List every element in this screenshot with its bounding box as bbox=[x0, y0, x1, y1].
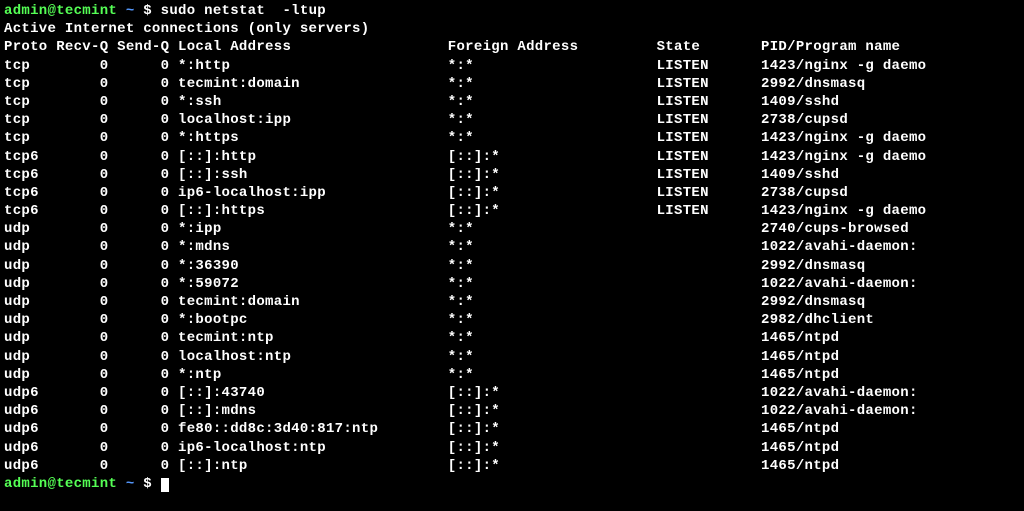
table-row: tcp 0 0 *:http *:* LISTEN 1423/nginx -g … bbox=[4, 57, 1020, 75]
prompt-line-1: admin@tecmint ~ $ sudo netstat -ltup bbox=[4, 2, 1020, 20]
table-row: tcp 0 0 tecmint:domain *:* LISTEN 2992/d… bbox=[4, 75, 1020, 93]
command-text: sudo netstat -ltup bbox=[161, 3, 326, 19]
prompt-sep: ~ bbox=[117, 3, 143, 19]
prompt-sep-2: ~ bbox=[117, 476, 143, 492]
table-row: tcp6 0 0 [::]:http [::]:* LISTEN 1423/ng… bbox=[4, 148, 1020, 166]
table-row: tcp6 0 0 ip6-localhost:ipp [::]:* LISTEN… bbox=[4, 184, 1020, 202]
columns-header: Proto Recv-Q Send-Q Local Address Foreig… bbox=[4, 38, 1020, 56]
prompt-dollar-2: $ bbox=[143, 476, 160, 492]
table-row: udp 0 0 *:ipp *:* 2740/cups-browsed bbox=[4, 220, 1020, 238]
table-row: tcp6 0 0 [::]:ssh [::]:* LISTEN 1409/ssh… bbox=[4, 166, 1020, 184]
user-host-2: admin@tecmint bbox=[4, 476, 117, 492]
cursor-icon bbox=[161, 478, 169, 492]
table-row: tcp 0 0 localhost:ipp *:* LISTEN 2738/cu… bbox=[4, 111, 1020, 129]
table-row: tcp6 0 0 [::]:https [::]:* LISTEN 1423/n… bbox=[4, 202, 1020, 220]
prompt-line-2[interactable]: admin@tecmint ~ $ bbox=[4, 475, 1020, 493]
table-row: udp 0 0 *:36390 *:* 2992/dnsmasq bbox=[4, 257, 1020, 275]
table-row: tcp 0 0 *:https *:* LISTEN 1423/nginx -g… bbox=[4, 129, 1020, 147]
table-row: udp 0 0 *:59072 *:* 1022/avahi-daemon: bbox=[4, 275, 1020, 293]
table-row: udp 0 0 *:ntp *:* 1465/ntpd bbox=[4, 366, 1020, 384]
table-row: udp 0 0 tecmint:domain *:* 2992/dnsmasq bbox=[4, 293, 1020, 311]
table-row: udp6 0 0 fe80::dd8c:3d40:817:ntp [::]:* … bbox=[4, 420, 1020, 438]
output-header: Active Internet connections (only server… bbox=[4, 20, 1020, 38]
table-row: udp 0 0 *:mdns *:* 1022/avahi-daemon: bbox=[4, 238, 1020, 256]
user-host: admin@tecmint bbox=[4, 3, 117, 19]
table-row: tcp 0 0 *:ssh *:* LISTEN 1409/sshd bbox=[4, 93, 1020, 111]
rows-container: tcp 0 0 *:http *:* LISTEN 1423/nginx -g … bbox=[4, 57, 1020, 475]
table-row: udp6 0 0 [::]:43740 [::]:* 1022/avahi-da… bbox=[4, 384, 1020, 402]
table-row: udp6 0 0 [::]:ntp [::]:* 1465/ntpd bbox=[4, 457, 1020, 475]
table-row: udp6 0 0 [::]:mdns [::]:* 1022/avahi-dae… bbox=[4, 402, 1020, 420]
table-row: udp6 0 0 ip6-localhost:ntp [::]:* 1465/n… bbox=[4, 439, 1020, 457]
terminal[interactable]: admin@tecmint ~ $ sudo netstat -ltup Act… bbox=[4, 2, 1020, 493]
table-row: udp 0 0 *:bootpc *:* 2982/dhclient bbox=[4, 311, 1020, 329]
table-row: udp 0 0 tecmint:ntp *:* 1465/ntpd bbox=[4, 329, 1020, 347]
table-row: udp 0 0 localhost:ntp *:* 1465/ntpd bbox=[4, 348, 1020, 366]
prompt-dollar: $ bbox=[143, 3, 160, 19]
